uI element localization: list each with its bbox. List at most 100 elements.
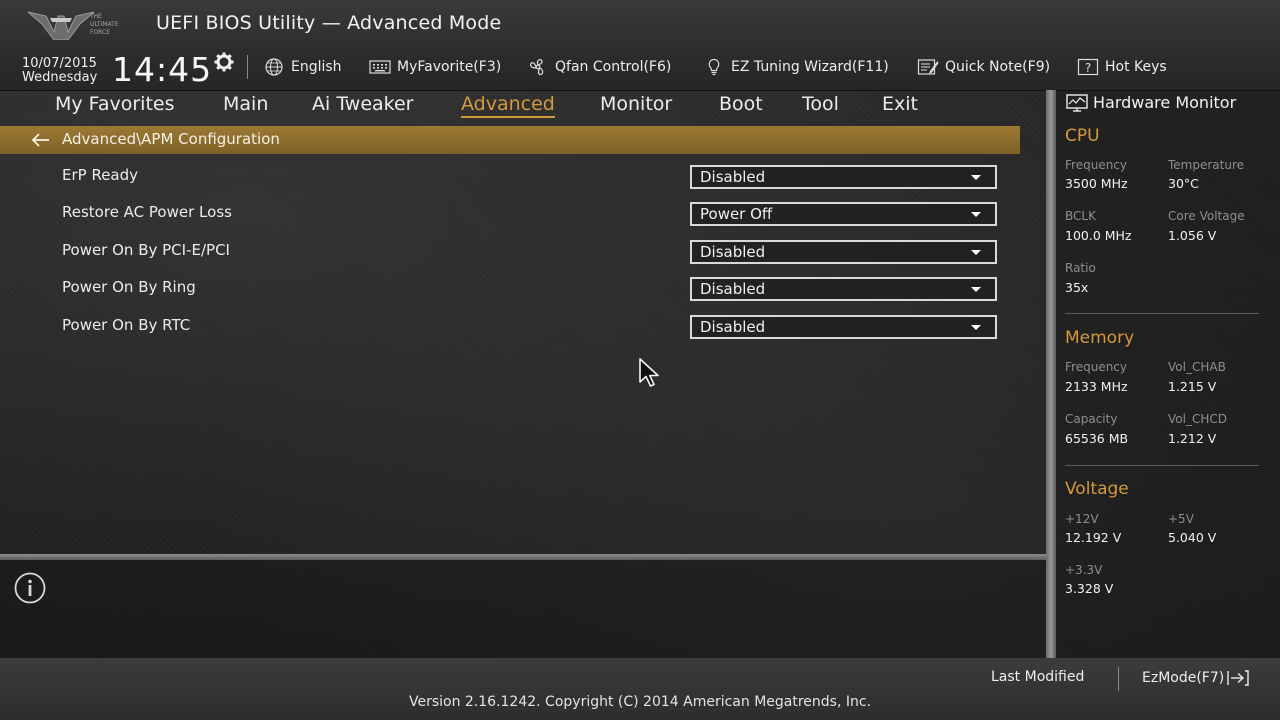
cpu-temperature-value: 30°C: [1168, 176, 1199, 191]
note-icon: [917, 59, 939, 75]
tab-exit[interactable]: Exit: [882, 93, 918, 115]
panel-divider: [1046, 90, 1056, 658]
tab-my-favorites[interactable]: My Favorites: [55, 93, 175, 115]
language-label: English: [291, 59, 342, 75]
last-modified-button[interactable]: Last Modified: [991, 669, 1084, 685]
restore-ac-power-loss-value: Power Off: [700, 205, 773, 223]
power-on-by-ring-label: Power On By Ring: [62, 278, 196, 296]
hot-keys-button[interactable]: ? Hot Keys: [1077, 58, 1167, 76]
ez-tuning-wizard-button[interactable]: EZ Tuning Wizard(F11): [703, 58, 889, 76]
monitor-icon: [1066, 93, 1088, 112]
v12-label: +12V: [1065, 512, 1099, 526]
power-on-by-ring-value: Disabled: [700, 280, 766, 298]
help-panel: [0, 560, 1046, 658]
vol-chcd-value: 1.212 V: [1168, 431, 1217, 446]
bclk-label: BCLK: [1065, 209, 1096, 223]
ezmode-button[interactable]: EzMode(F7): [1142, 669, 1250, 687]
power-on-by-pcie-dropdown[interactable]: Disabled: [690, 240, 997, 264]
power-on-by-pcie-value: Disabled: [700, 243, 766, 261]
myfavorite-label: MyFavorite(F3): [397, 59, 502, 75]
core-voltage-value: 1.056 V: [1168, 228, 1217, 243]
vol-chcd-label: Vol_CHCD: [1168, 412, 1227, 426]
question-icon: ?: [1077, 58, 1099, 76]
date-text: 10/07/2015: [22, 56, 97, 71]
restore-ac-power-loss-dropdown[interactable]: Power Off: [690, 202, 997, 226]
power-on-by-rtc-label: Power On By RTC: [62, 316, 191, 334]
main-tabs: My Favorites Main Ai Tweaker Advanced Mo…: [0, 90, 1046, 120]
v12-value: 12.192 V: [1065, 530, 1122, 545]
core-voltage-label: Core Voltage: [1168, 209, 1245, 223]
gear-icon[interactable]: [214, 52, 234, 72]
qfan-control-button[interactable]: Qfan Control(F6): [527, 58, 671, 76]
mouse-pointer-icon: [638, 358, 662, 388]
info-icon[interactable]: [14, 572, 46, 604]
logo-text-2: ULTIMATE: [90, 21, 119, 28]
fan-icon: [530, 59, 544, 76]
voltage-heading: Voltage: [1065, 479, 1129, 499]
bclk-value: 100.0 MHz: [1065, 228, 1132, 243]
cpu-frequency-value: 3500 MHz: [1065, 176, 1128, 191]
quick-note-button[interactable]: Quick Note(F9): [917, 58, 1050, 76]
logo-text-3: FORCE: [90, 29, 110, 36]
capacity-value: 65536 MB: [1065, 431, 1129, 446]
language-button[interactable]: English: [263, 58, 342, 76]
version-text: Version 2.16.1242. Copyright (C) 2014 Am…: [408, 694, 872, 710]
hw-separator: [1065, 465, 1259, 466]
qfan-control-label: Qfan Control(F6): [555, 59, 672, 75]
date-display: 10/07/2015 Wednesday: [22, 57, 97, 85]
bottom-bar: [0, 658, 1280, 720]
myfavorite-button[interactable]: MyFavorite(F3): [369, 58, 501, 76]
exit-icon: [1227, 670, 1249, 686]
arrow-left-icon[interactable]: [30, 131, 52, 149]
erp-ready-dropdown[interactable]: Disabled: [690, 165, 997, 189]
erp-ready-label: ErP Ready: [62, 166, 139, 184]
v33-label: +3.3V: [1065, 563, 1103, 577]
quick-note-label: Quick Note(F9): [945, 59, 1051, 75]
hardware-monitor-label: Hardware Monitor: [1093, 93, 1237, 112]
logo-text-1: THE: [89, 13, 102, 20]
power-on-by-rtc-dropdown[interactable]: Disabled: [690, 315, 997, 339]
hardware-monitor-title: Hardware Monitor: [1066, 93, 1236, 112]
chevron-down-icon: [971, 325, 981, 330]
hw-separator: [1065, 313, 1259, 314]
tuf-logo: THE ULTIMATE FORCE: [24, 6, 140, 40]
tab-advanced[interactable]: Advanced: [461, 93, 555, 118]
tab-monitor[interactable]: Monitor: [600, 93, 672, 115]
tab-tool[interactable]: Tool: [802, 93, 839, 115]
restore-ac-power-loss-label: Restore AC Power Loss: [62, 203, 232, 221]
keyboard-icon: [369, 60, 391, 74]
ezmode-label: EzMode(F7): [1142, 670, 1225, 686]
svg-text:?: ?: [1085, 61, 1091, 75]
chevron-down-icon: [971, 212, 981, 217]
power-on-by-ring-dropdown[interactable]: Disabled: [690, 277, 997, 301]
memory-frequency-value: 2133 MHz: [1065, 379, 1128, 394]
clock-time[interactable]: 14:45: [112, 50, 212, 89]
vol-chab-label: Vol_CHAB: [1168, 360, 1226, 374]
cpu-frequency-label: Frequency: [1065, 158, 1127, 172]
tab-ai-tweaker[interactable]: Ai Tweaker: [312, 93, 413, 115]
breadcrumb-path: Advanced\APM Configuration: [62, 130, 280, 148]
lightbulb-icon: [708, 58, 720, 76]
ratio-label: Ratio: [1065, 261, 1096, 275]
v33-value: 3.328 V: [1065, 581, 1114, 596]
capacity-label: Capacity: [1065, 412, 1118, 426]
erp-ready-value: Disabled: [700, 168, 766, 186]
chevron-down-icon: [971, 287, 981, 292]
tab-boot[interactable]: Boot: [719, 93, 763, 115]
ez-tuning-wizard-label: EZ Tuning Wizard(F11): [731, 59, 889, 75]
vol-chab-value: 1.215 V: [1168, 379, 1217, 394]
power-on-by-pcie-label: Power On By PCI-E/PCI: [62, 241, 230, 259]
v5-value: 5.040 V: [1168, 530, 1217, 545]
chevron-down-icon: [971, 175, 981, 180]
window-title: UEFI BIOS Utility — Advanced Mode: [156, 12, 502, 34]
cpu-heading: CPU: [1065, 126, 1100, 146]
v5-label: +5V: [1168, 512, 1194, 526]
ratio-value: 35x: [1065, 280, 1089, 295]
tab-main[interactable]: Main: [223, 93, 268, 115]
memory-frequency-label: Frequency: [1065, 360, 1127, 374]
globe-icon: [265, 58, 283, 76]
cpu-temperature-label: Temperature: [1168, 158, 1245, 172]
footer-divider: [1118, 667, 1119, 691]
hot-keys-label: Hot Keys: [1105, 59, 1167, 75]
chevron-down-icon: [971, 250, 981, 255]
